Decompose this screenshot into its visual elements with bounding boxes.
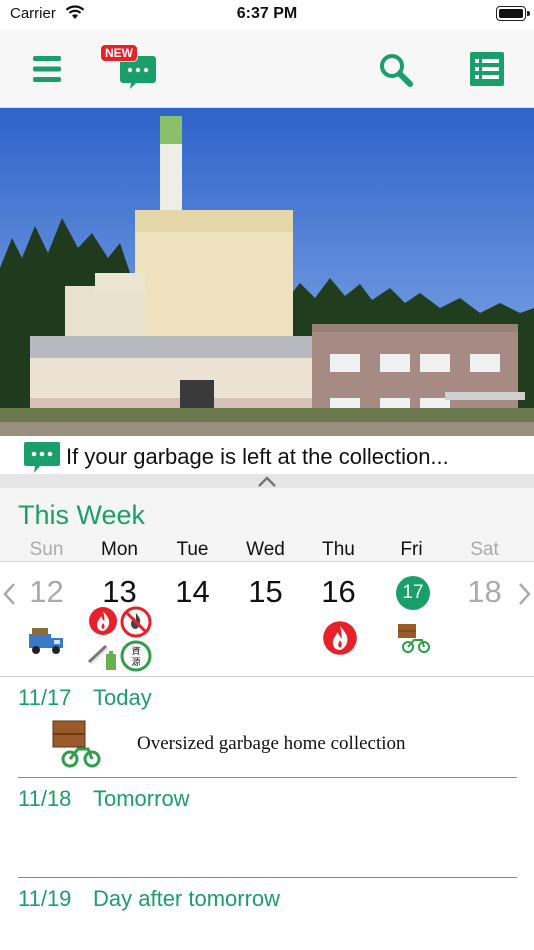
search-icon[interactable] <box>378 52 414 88</box>
week-panel: This Week Sun Mon Tue Wed Thu Fri Sat 12 <box>0 488 534 676</box>
no-burn-icon <box>120 606 152 638</box>
dow-sat: Sat <box>470 539 499 560</box>
dow-wed: Wed <box>246 539 285 560</box>
dow-tue: Tue <box>176 539 209 560</box>
svg-text:資: 資 <box>131 645 140 657</box>
dow-fri: Fri <box>400 539 423 560</box>
chat-bubble-icon <box>24 442 60 473</box>
date-number: 12 <box>29 574 64 609</box>
agenda-date: 11/19 <box>18 886 72 911</box>
agenda-list: 11/17 Today Oversized garbage home collec… <box>0 676 534 950</box>
oversized-delivery-icon <box>398 624 430 653</box>
agenda-day-header: 11/18 Tomorrow <box>18 786 190 812</box>
date-number: 13 <box>102 574 137 609</box>
oversized-delivery-icon <box>52 720 101 768</box>
notice-banner[interactable]: If your garbage is left at the collectio… <box>0 436 534 474</box>
date-number: 18 <box>467 574 502 609</box>
dow-thu: Thu <box>322 539 355 560</box>
dow-sun: Sun <box>29 539 64 560</box>
agenda-day-label: Tomorrow <box>93 786 190 811</box>
divider <box>18 777 517 778</box>
agenda-date: 11/17 <box>18 685 72 710</box>
dow-mon: Mon <box>101 539 138 560</box>
new-badge: NEW <box>100 44 138 62</box>
agenda-date: 11/18 <box>18 786 72 811</box>
day-of-week-row: Sun Mon Tue Wed Thu Fri Sat <box>10 539 522 563</box>
hamburger-icon[interactable] <box>33 56 61 82</box>
clock: 6:37 PM <box>236 5 298 22</box>
week-title: This Week <box>18 500 146 530</box>
date-number: 14 <box>175 574 210 609</box>
agenda-day-label: Day after tomorrow <box>93 886 281 911</box>
battery-icon <box>496 6 530 21</box>
today-date-badge: 17 <box>396 576 430 610</box>
recyclable-icon: 資 源 <box>120 640 152 672</box>
agenda-day-label: Today <box>93 685 152 710</box>
agenda-day-header: 11/19 Day after tomorrow <box>18 886 280 912</box>
list-icon[interactable] <box>470 52 504 86</box>
burnable-icon <box>89 607 117 635</box>
toolbar: NEW <box>0 30 534 108</box>
divider <box>18 877 517 878</box>
news-button[interactable]: NEW <box>100 42 158 90</box>
days-row: 12 13 資 源 14 15 16 17 18 <box>0 562 534 676</box>
date-number: 15 <box>248 574 283 609</box>
chevron-up-icon <box>258 476 276 487</box>
battery-icon <box>87 644 116 670</box>
svg-text:源: 源 <box>131 657 140 668</box>
notice-text: If your garbage is left at the collectio… <box>66 444 449 469</box>
collapse-handle[interactable] <box>0 474 534 488</box>
agenda-day-header: 11/17 Today <box>18 685 152 711</box>
agenda-item-text: Oversized garbage home collection <box>137 733 406 754</box>
burnable-icon <box>323 621 357 655</box>
hero-image <box>0 108 534 436</box>
date-number: 16 <box>321 574 356 609</box>
status-bar: Carrier 6:37 PM <box>0 0 534 30</box>
truck-icon <box>29 628 63 654</box>
